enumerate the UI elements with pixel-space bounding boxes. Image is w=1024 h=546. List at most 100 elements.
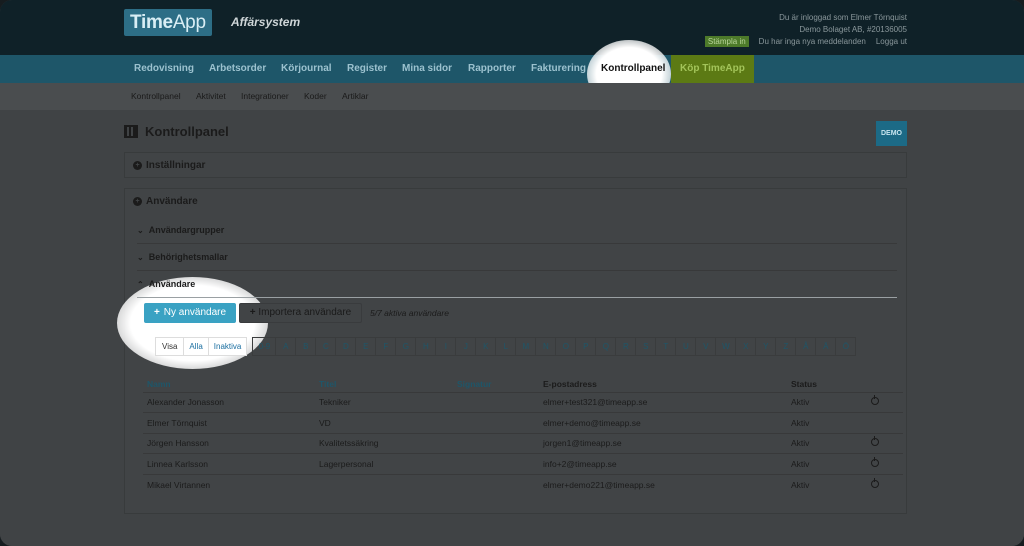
filter-inaktiva[interactable]: Inaktiva: [208, 337, 248, 356]
subnav-aktivitet[interactable]: Aktivitet: [196, 83, 226, 110]
user-links: Stämpla in Du har inga nya meddelanden L…: [704, 36, 907, 47]
filter-letter[interactable]: G: [395, 337, 417, 356]
filter-letter[interactable]: C: [315, 337, 337, 356]
filter-letter[interactable]: S: [635, 337, 657, 356]
subnav-koder[interactable]: Koder: [304, 83, 327, 110]
filter-letter[interactable]: Å: [795, 337, 817, 356]
chevron-up-icon: ⌃: [137, 279, 144, 289]
filter-letter[interactable]: W: [715, 337, 737, 356]
import-users-button[interactable]: + Importera användare: [239, 303, 362, 323]
users-table: Namn Titel Signatur E-postadress Status …: [143, 376, 903, 495]
filter-letter[interactable]: T: [655, 337, 677, 356]
nav-fakturering[interactable]: Fakturering: [531, 55, 586, 83]
cell-title: Lagerpersonal: [319, 453, 457, 474]
control-panel-icon: [124, 125, 138, 138]
cell-signature: [457, 473, 543, 495]
cell-email: elmer+demo@timeapp.se: [543, 412, 791, 433]
cell-signature: [457, 391, 543, 413]
cell-name: Mikael Virtannen: [143, 473, 319, 495]
filter-letter[interactable]: Q: [595, 337, 617, 356]
power-icon[interactable]: [871, 477, 879, 488]
cell-status: Aktiv: [791, 412, 871, 433]
behorighetsmallar-label: Behörighetsmallar: [148, 252, 228, 262]
anvandare-sub-label: Användare: [148, 279, 196, 289]
filter-letter[interactable]: D: [335, 337, 357, 356]
cell-title: [319, 473, 457, 495]
filter-letter[interactable]: Ö: [835, 337, 857, 356]
nav-korjournal[interactable]: Körjournal: [281, 55, 332, 83]
filter-letter[interactable]: 0-9: [252, 337, 277, 356]
subnav-kontrollpanel[interactable]: Kontrollpanel: [131, 83, 181, 110]
filter-letter[interactable]: N: [535, 337, 557, 356]
installningar-header[interactable]: + Inställningar: [133, 160, 205, 171]
filter-letter[interactable]: O: [555, 337, 577, 356]
anvandargrupper-label: Användargrupper: [148, 225, 225, 235]
nav-kop-timeapp[interactable]: Köp TimeApp: [671, 55, 754, 83]
filter-letter[interactable]: Z: [775, 337, 797, 356]
cell-title: Tekniker: [319, 391, 457, 413]
anvandare-header[interactable]: + Användare: [133, 196, 198, 207]
power-icon[interactable]: [871, 456, 879, 467]
nav-kontrollpanel[interactable]: Kontrollpanel: [593, 55, 673, 83]
filter-letter[interactable]: M: [515, 337, 537, 356]
nav-arbetsorder[interactable]: Arbetsorder: [209, 55, 266, 83]
filter-letter[interactable]: F: [375, 337, 397, 356]
nav-register[interactable]: Register: [347, 55, 387, 83]
cell-status: Aktiv: [791, 453, 871, 474]
table-row[interactable]: Jörgen Hansson Kvalitetssäkring jorgen1@…: [143, 432, 903, 454]
filter-alla[interactable]: Alla: [184, 337, 209, 356]
cell-action: [871, 453, 903, 474]
filter-letter[interactable]: A: [275, 337, 297, 356]
subnav-integrationer[interactable]: Integrationer: [241, 83, 289, 110]
filter-visa-label: Visa: [155, 337, 185, 356]
cell-action: [871, 391, 903, 413]
filter-letter[interactable]: J: [455, 337, 477, 356]
main-nav: Redovisning Arbetsorder Körjournal Regis…: [0, 55, 1024, 83]
table-row[interactable]: Alexander Jonasson Tekniker elmer+test32…: [143, 391, 903, 413]
filter-letter[interactable]: E: [355, 337, 377, 356]
chevron-down-icon: ⌄: [137, 252, 144, 262]
table-row[interactable]: Linnea Karlsson Lagerpersonal info+2@tim…: [143, 453, 903, 474]
anvandargrupper-section[interactable]: ⌄ Användargrupper: [137, 217, 897, 244]
table-row[interactable]: Mikael Virtannen elmer+demo221@timeapp.s…: [143, 473, 903, 495]
subnav-artiklar[interactable]: Artiklar: [342, 83, 368, 110]
filter-letter[interactable]: H: [415, 337, 437, 356]
cell-email: info+2@timeapp.se: [543, 453, 791, 474]
nav-redovisning[interactable]: Redovisning: [134, 55, 194, 83]
table-row[interactable]: Elmer Törnquist VD elmer+demo@timeapp.se…: [143, 412, 903, 433]
logo-main: Time: [130, 12, 173, 33]
col-header-signatur[interactable]: Signatur: [457, 376, 543, 392]
filter-letter[interactable]: U: [675, 337, 697, 356]
filter-letter[interactable]: Y: [755, 337, 777, 356]
chevron-down-icon: ⌄: [137, 225, 144, 235]
app-subtitle: Affärsystem: [231, 15, 301, 29]
anvandare-section[interactable]: ⌃ Användare: [137, 271, 897, 298]
cell-action: [871, 432, 903, 454]
cell-signature: [457, 432, 543, 454]
filter-letter[interactable]: Ä: [815, 337, 837, 356]
new-user-button[interactable]: + Ny användare: [144, 303, 236, 323]
behorighetsmallar-section[interactable]: ⌄ Behörighetsmallar: [137, 244, 897, 271]
stampla-in-button[interactable]: Stämpla in: [704, 36, 749, 47]
filter-letter[interactable]: L: [495, 337, 517, 356]
timeapp-logo[interactable]: TimeApp: [124, 9, 212, 36]
filter-letter[interactable]: B: [295, 337, 317, 356]
power-icon[interactable]: [871, 395, 879, 406]
filter-letter[interactable]: V: [695, 337, 717, 356]
filter-letter[interactable]: K: [475, 337, 497, 356]
page-title: Kontrollpanel: [145, 124, 229, 139]
logout-link[interactable]: Logga ut: [876, 37, 907, 46]
nav-mina-sidor[interactable]: Mina sidor: [402, 55, 452, 83]
filter-letter[interactable]: I: [435, 337, 457, 356]
col-header-namn[interactable]: Namn: [143, 376, 319, 392]
filter-letter[interactable]: P: [575, 337, 597, 356]
col-header-titel[interactable]: Titel: [319, 376, 457, 392]
nav-rapporter[interactable]: Rapporter: [468, 55, 516, 83]
active-users-count: 5/7 aktiva användare: [370, 308, 449, 318]
power-icon[interactable]: [871, 436, 879, 447]
filter-letter[interactable]: X: [735, 337, 757, 356]
filter-letter[interactable]: R: [615, 337, 637, 356]
col-header-status: Status: [791, 378, 817, 389]
app-window: TimeApp Affärsystem Du är inloggad som E…: [0, 0, 1024, 546]
messages-link[interactable]: Du har inga nya meddelanden: [759, 37, 866, 46]
